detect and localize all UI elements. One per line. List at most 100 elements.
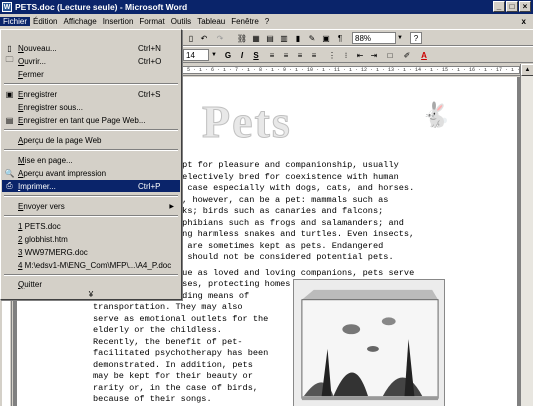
rabbit-icon: 🐇: [421, 102, 451, 129]
menu-item-envoyer-vers[interactable]: Envoyer vers ▶: [2, 200, 180, 212]
menu-expand-icon[interactable]: ¥: [2, 288, 180, 300]
window-title: PETS.doc (Lecture seule) - Microsoft Wor…: [15, 2, 188, 12]
menu-bar: Fichier Édition Affichage Insertion Form…: [0, 14, 533, 29]
show-hide-icon[interactable]: ¶: [334, 32, 346, 44]
file-menu: ▯ Nouveau... Ctrl+N 🗀 Ouvrir... Ctrl+O F…: [0, 29, 182, 300]
maximize-button[interactable]: □: [506, 1, 518, 12]
hyperlink-icon[interactable]: ⛓: [236, 32, 248, 44]
doc-line: transportation. They may also: [93, 302, 243, 312]
align-left-icon[interactable]: ≡: [266, 49, 278, 61]
minimize-button[interactable]: _: [493, 1, 505, 12]
menu-help[interactable]: ?: [262, 17, 272, 26]
bullets-icon[interactable]: ⁝: [340, 49, 352, 61]
menu-item-recent-1[interactable]: 1 PETS.doc: [2, 220, 180, 232]
zoom-combo[interactable]: 88%: [352, 32, 396, 44]
menu-item-apercu-web[interactable]: Aperçu de la page Web: [2, 134, 180, 146]
doc-line: iding means of: [177, 291, 250, 301]
doc-line: mphibians such as frogs and salamanders;…: [177, 218, 404, 228]
title-bar: W PETS.doc (Lecture seule) - Microsoft W…: [0, 0, 533, 14]
decrease-indent-icon[interactable]: ⇤: [354, 49, 366, 61]
doc-line: , are sometimes kept as pets. Endangered: [177, 241, 384, 251]
menu-item-mise-en-page[interactable]: Mise en page...: [2, 154, 180, 166]
insert-excel-icon[interactable]: ▥: [278, 32, 290, 44]
doc-line: because of their songs.: [93, 394, 212, 404]
menu-fichier[interactable]: Fichier: [0, 17, 31, 26]
align-center-icon[interactable]: ≡: [280, 49, 292, 61]
doc-line: rarity or, in the case of birds,: [93, 383, 259, 393]
bold-icon[interactable]: G: [222, 49, 234, 61]
doc-line: ing harmless snakes and turtles. Even in…: [177, 229, 415, 239]
open-folder-icon: 🗀: [5, 55, 14, 64]
font-size-dropdown-icon[interactable]: ▼: [210, 49, 218, 61]
menu-separator: [4, 149, 178, 151]
vertical-scrollbar[interactable]: ▲: [520, 64, 533, 406]
document-heading: Pets: [202, 96, 292, 148]
doc-line: facilitated psychotherapy has been: [93, 348, 269, 358]
font-size-combo[interactable]: 14: [183, 49, 209, 61]
doc-line: e case especially with dogs, cats, and h…: [177, 183, 415, 193]
new-doc-icon: ▯: [7, 43, 12, 53]
menu-item-apercu-impression[interactable]: 🔍 Aperçu avant impression: [2, 167, 180, 179]
aquarium-image: [293, 279, 445, 406]
ruler-scale: · 5 · ı · 6 · ı · 7 · ı · 8 · ı · 9 · ı …: [180, 66, 520, 74]
menu-tableau[interactable]: Tableau: [194, 17, 228, 26]
doc-line: nks; birds such as canaries and falcons;: [177, 206, 384, 216]
border-icon[interactable]: □: [384, 49, 396, 61]
menu-edition[interactable]: Édition: [30, 17, 60, 26]
menu-fenetre[interactable]: Fenêtre: [228, 17, 262, 26]
redo-icon[interactable]: ↷: [214, 32, 226, 44]
increase-indent-icon[interactable]: ⇥: [368, 49, 380, 61]
menu-item-recent-3[interactable]: 3 WW97MERG.doc: [2, 246, 180, 258]
highlight-icon[interactable]: ✐: [400, 49, 414, 61]
italic-icon[interactable]: I: [236, 49, 248, 61]
menu-item-recent-4[interactable]: 4 M:\edsv1-M\ENG_Com\MFP\...\A4_P.doc: [2, 259, 180, 271]
menu-item-enregistrer[interactable]: ▣ Enregistrer Ctrl+S: [2, 88, 180, 100]
insert-table-icon[interactable]: ▤: [264, 32, 276, 44]
menu-separator: [4, 195, 178, 197]
align-right-icon[interactable]: ≡: [294, 49, 306, 61]
doc-line: selectively bred for coexistence with hu…: [177, 172, 399, 182]
doc-line: serve as emotional outlets for the: [93, 314, 269, 324]
doc-line: , should not be considered potential pet…: [177, 252, 394, 262]
print-icon: ⎙: [6, 181, 13, 190]
menu-item-recent-2[interactable]: 2 globhist.htm: [2, 233, 180, 245]
doc-line: lue as loved and loving companions, pets…: [177, 268, 415, 278]
numbering-icon[interactable]: ⋮: [326, 49, 338, 61]
help-icon[interactable]: ?: [410, 32, 422, 44]
menu-item-imprimer[interactable]: ⎙ Imprimer... Ctrl+P: [2, 180, 180, 192]
zoom-dropdown-icon[interactable]: ▼: [396, 32, 404, 44]
word-app-icon: W: [2, 2, 12, 12]
menu-item-nouveau[interactable]: ▯ Nouveau... Ctrl+N: [2, 42, 180, 54]
submenu-arrow-icon: ▶: [169, 203, 174, 210]
menu-item-fermer[interactable]: Fermer: [2, 68, 180, 80]
new-doc-icon[interactable]: ▯: [186, 32, 196, 44]
menu-insertion[interactable]: Insertion: [100, 17, 137, 26]
underline-icon[interactable]: S: [250, 49, 262, 61]
print-preview-icon: 🔍: [4, 168, 15, 178]
menu-format[interactable]: Format: [136, 17, 167, 26]
menu-separator: [4, 83, 178, 85]
doc-line: ept for pleasure and companionship, usua…: [177, 160, 399, 170]
document-map-icon[interactable]: ▣: [320, 32, 332, 44]
doc-line: demonstrated. In addition, pets: [93, 360, 253, 370]
menu-outils[interactable]: Outils: [168, 17, 194, 26]
drawing-icon[interactable]: ✎: [306, 32, 318, 44]
close-button[interactable]: ×: [519, 1, 531, 12]
tables-borders-icon[interactable]: ▦: [250, 32, 262, 44]
menu-item-ouvrir[interactable]: 🗀 Ouvrir... Ctrl+O: [2, 55, 180, 67]
doc-line: elderly or the childless.: [93, 325, 222, 335]
undo-icon[interactable]: ↶: [198, 32, 210, 44]
doc-line: may be kept for their beauty or: [93, 371, 253, 381]
menu-item-enregistrer-sous[interactable]: Enregistrer sous...: [2, 101, 180, 113]
web-page-icon: ▤: [5, 115, 14, 125]
save-icon: ▣: [5, 89, 14, 99]
menu-separator: [4, 274, 178, 276]
document-close-icon[interactable]: x: [519, 17, 529, 26]
menu-affichage[interactable]: Affichage: [60, 17, 99, 26]
scroll-up-icon[interactable]: ▲: [521, 64, 533, 76]
justify-icon[interactable]: ≡: [308, 49, 320, 61]
font-color-icon[interactable]: A: [418, 49, 430, 61]
columns-icon[interactable]: ▮: [292, 32, 304, 44]
doc-line: l, however, can be a pet: mammals such a…: [177, 195, 389, 205]
menu-item-enregistrer-page-web[interactable]: ▤ Enregistrer en tant que Page Web...: [2, 114, 180, 126]
